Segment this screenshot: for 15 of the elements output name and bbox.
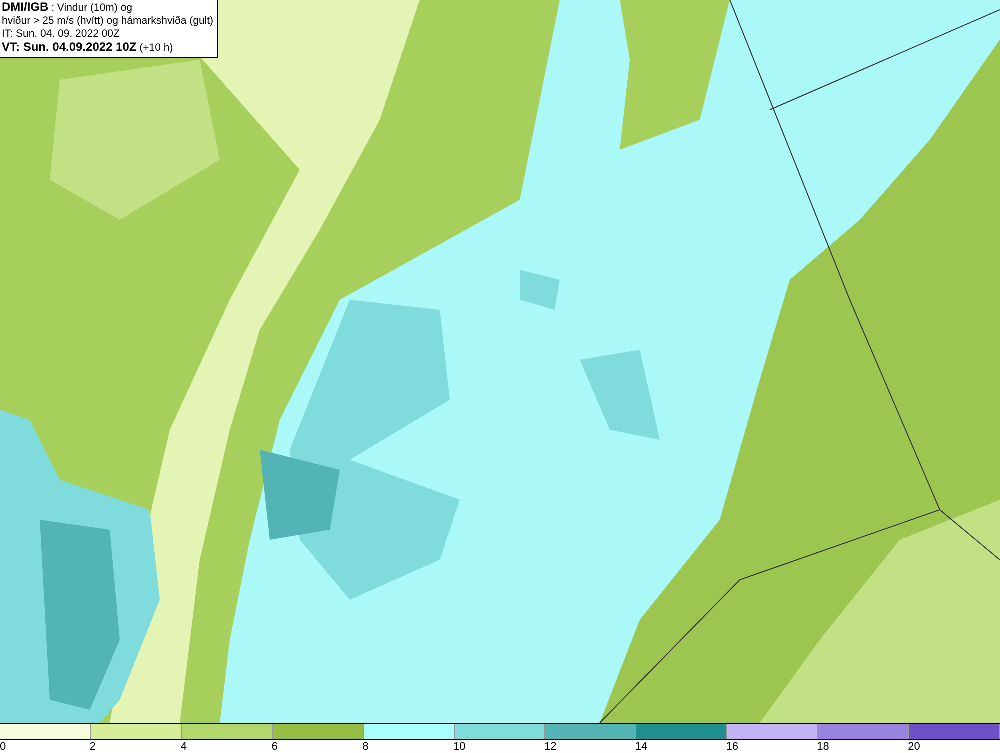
legend-tick: 6 (272, 740, 278, 752)
legend-tick: 18 (817, 740, 830, 752)
legend-tick: 0 (0, 740, 6, 752)
legend-tick: 20 (908, 740, 920, 752)
legend-tick: 14 (635, 740, 648, 752)
title-line: hviður > 25 m/s (hvítt) og hámarkshviða (gult) (2, 15, 214, 28)
legend-tick: 4 (180, 740, 187, 752)
title-line: DMI/IGB : Vindur (10m) og (2, 1, 134, 15)
legend-tick: 16 (726, 740, 739, 752)
legend-tick: 8 (362, 740, 369, 752)
legend-tick: 10 (454, 740, 466, 752)
legend-tick: 12 (544, 740, 557, 752)
title-line: IT: Sun. 04. 09. 2022 00Z (2, 28, 121, 41)
legend-tick: 2 (90, 740, 96, 752)
title-line: VT: Sun. 04.09.2022 10Z (+10 h) (2, 41, 174, 55)
